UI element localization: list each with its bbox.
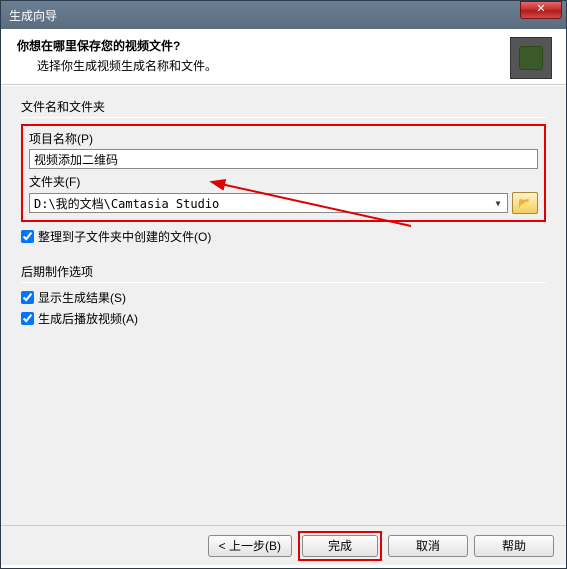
divider bbox=[21, 282, 546, 283]
project-name-input[interactable] bbox=[29, 149, 538, 169]
group-filename-label: 文件名和文件夹 bbox=[21, 98, 546, 115]
group-post-label: 后期制作选项 bbox=[21, 263, 546, 280]
finish-button[interactable]: 完成 bbox=[302, 535, 378, 557]
organize-checkbox[interactable] bbox=[21, 230, 34, 243]
show-results-label: 显示生成结果(S) bbox=[38, 289, 126, 306]
highlight-box: 项目名称(P) 文件夹(F) D:\我的文档\Camtasia Studio ▼… bbox=[21, 124, 546, 222]
finish-highlight: 完成 bbox=[298, 531, 382, 561]
close-button[interactable]: ✕ bbox=[520, 1, 562, 19]
help-button[interactable]: 帮助 bbox=[474, 535, 554, 557]
organize-checkbox-row[interactable]: 整理到子文件夹中创建的文件(O) bbox=[21, 228, 546, 245]
show-results-row[interactable]: 显示生成结果(S) bbox=[21, 289, 546, 306]
chevron-down-icon: ▼ bbox=[491, 196, 505, 210]
titlebar: 生成向导 ✕ bbox=[1, 1, 566, 29]
header-subtitle: 选择你生成视频生成名称和文件。 bbox=[37, 57, 550, 74]
window-title: 生成向导 bbox=[9, 7, 57, 24]
divider bbox=[21, 117, 546, 118]
show-results-checkbox[interactable] bbox=[21, 291, 34, 304]
organize-label: 整理到子文件夹中创建的文件(O) bbox=[38, 228, 211, 245]
footer-buttons: < 上一步(B) 完成 取消 帮助 bbox=[1, 525, 566, 565]
wizard-window: 生成向导 ✕ 你想在哪里保存您的视频文件? 选择你生成视频生成名称和文件。 文件… bbox=[0, 0, 567, 569]
project-name-label: 项目名称(P) bbox=[29, 130, 538, 147]
folder-icon: 📂 bbox=[518, 197, 532, 210]
play-after-row[interactable]: 生成后播放视频(A) bbox=[21, 310, 546, 327]
header-panel: 你想在哪里保存您的视频文件? 选择你生成视频生成名称和文件。 bbox=[1, 29, 566, 85]
body-panel: 文件名和文件夹 项目名称(P) 文件夹(F) D:\我的文档\Camtasia … bbox=[1, 85, 566, 525]
app-logo-icon bbox=[510, 37, 552, 79]
folder-label: 文件夹(F) bbox=[29, 173, 538, 190]
folder-combo[interactable]: D:\我的文档\Camtasia Studio ▼ bbox=[29, 193, 508, 213]
header-question: 你想在哪里保存您的视频文件? bbox=[17, 37, 550, 54]
cancel-button[interactable]: 取消 bbox=[388, 535, 468, 557]
folder-value: D:\我的文档\Camtasia Studio bbox=[34, 195, 219, 212]
play-after-label: 生成后播放视频(A) bbox=[38, 310, 138, 327]
close-icon: ✕ bbox=[536, 3, 545, 15]
back-button[interactable]: < 上一步(B) bbox=[208, 535, 292, 557]
browse-button[interactable]: 📂 bbox=[512, 192, 538, 214]
play-after-checkbox[interactable] bbox=[21, 312, 34, 325]
